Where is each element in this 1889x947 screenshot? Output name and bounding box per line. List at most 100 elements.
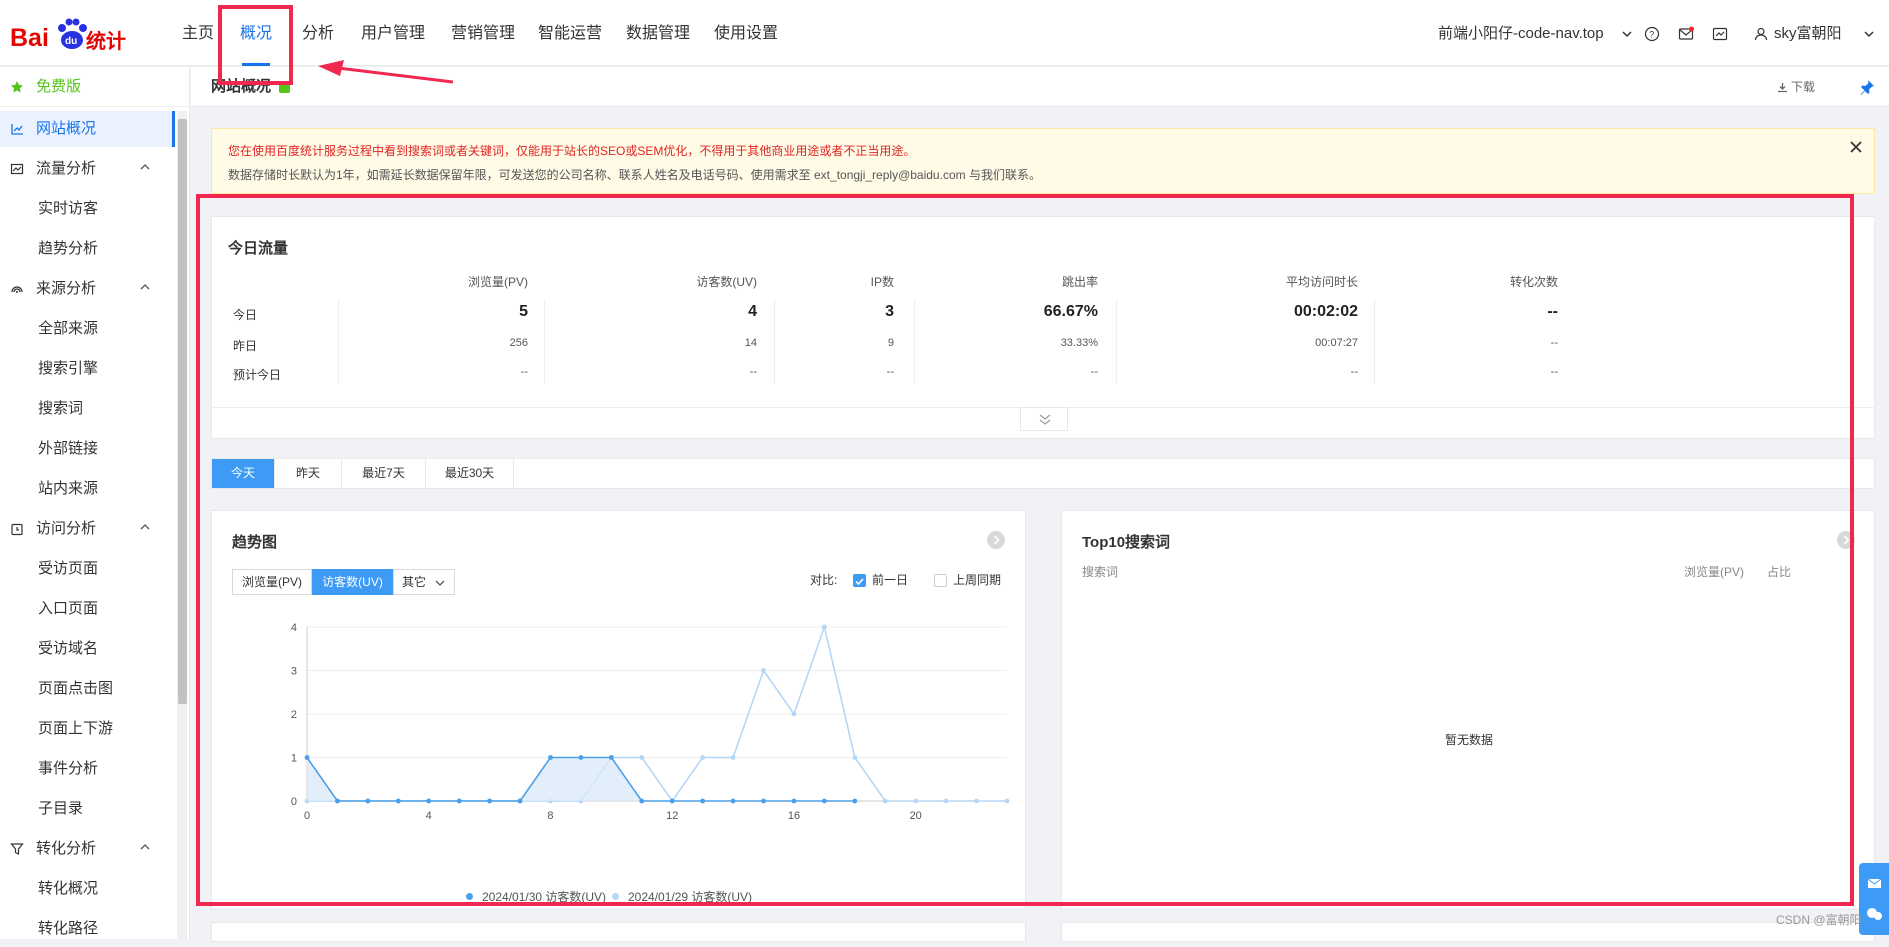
sidebar-item[interactable]: 转化概况 bbox=[0, 871, 175, 907]
traffic-cell: 33.33% bbox=[1060, 337, 1098, 349]
top10-keywords-card: Top10搜索词 搜索词 浏览量(PV) 占比 暂无数据 bbox=[1061, 510, 1875, 910]
sidebar-item[interactable]: 转化路径 bbox=[0, 911, 175, 947]
expand-button[interactable] bbox=[1020, 407, 1068, 431]
sidebar-scrollbar-thumb[interactable] bbox=[178, 119, 187, 704]
sidebar-item[interactable]: 网站概况 bbox=[0, 111, 175, 147]
nav-item[interactable]: 智能运营 bbox=[538, 0, 602, 66]
metric-tab-label: 其它 bbox=[401, 575, 426, 589]
site-selector[interactable]: 前端小阳仔-code-nav.top bbox=[1438, 0, 1634, 66]
sidebar-item[interactable]: 页面点击图 bbox=[0, 671, 175, 707]
data-point bbox=[639, 755, 645, 760]
compare-checkbox[interactable] bbox=[934, 574, 947, 587]
data-point bbox=[426, 798, 432, 804]
sidebar-item[interactable]: 搜索词 bbox=[0, 391, 175, 427]
metric-tab[interactable]: 访客数(UV) bbox=[312, 569, 393, 595]
traffic-cell: 9 bbox=[887, 337, 894, 349]
data-point bbox=[395, 798, 401, 804]
sidebar-item[interactable]: 站内来源 bbox=[0, 471, 175, 507]
sidebar-item[interactable]: 访问分析 bbox=[0, 511, 175, 547]
sidebar-item-label: 转化分析 bbox=[36, 840, 97, 857]
traffic-cell: 66.67% bbox=[1043, 303, 1098, 320]
date-tab[interactable]: 今天 bbox=[212, 459, 275, 488]
download-label: 下载 bbox=[1790, 80, 1815, 94]
notice-banner: 您在使用百度统计服务过程中看到搜索词或者关键词，仅能用于站长的SEO或SEM优化… bbox=[211, 128, 1875, 194]
compare-label: 对比: bbox=[810, 573, 838, 587]
legend-marker bbox=[612, 893, 619, 900]
column-divider bbox=[1116, 299, 1117, 384]
data-point bbox=[517, 798, 523, 804]
data-point bbox=[700, 798, 706, 804]
metric-tab[interactable]: 其它 bbox=[393, 569, 455, 595]
sidebar-item[interactable]: 子目录 bbox=[0, 791, 175, 827]
traffic-cell: -- bbox=[749, 366, 757, 378]
sidebar-item[interactable]: 流量分析 bbox=[0, 151, 175, 187]
sidebar-item[interactable]: 入口页面 bbox=[0, 591, 175, 627]
data-point bbox=[913, 798, 919, 804]
floating-contact-bar[interactable] bbox=[1859, 863, 1889, 935]
sidebar-item-label: 受访域名 bbox=[38, 640, 99, 657]
close-icon[interactable] bbox=[1848, 139, 1864, 155]
sidebar-item[interactable]: 转化分析 bbox=[0, 831, 175, 867]
help-icon[interactable]: ? bbox=[1644, 26, 1660, 42]
sidebar-item-label: 转化概况 bbox=[38, 880, 99, 897]
nav-item[interactable]: 主页 bbox=[182, 0, 214, 66]
baidu-tongji-logo[interactable]: Bai du 统计 bbox=[10, 14, 128, 52]
data-point bbox=[578, 755, 584, 760]
sidebar-item[interactable]: 页面上下游 bbox=[0, 711, 175, 747]
traffic-row-label: 今日 bbox=[233, 308, 258, 322]
sidebar-item[interactable]: 外部链接 bbox=[0, 431, 175, 467]
compare-checkbox[interactable] bbox=[853, 574, 866, 587]
metric-tab[interactable]: 浏览量(PV) bbox=[232, 569, 312, 595]
trend-detail-button[interactable] bbox=[987, 531, 1005, 549]
legend-label[interactable]: 2024/01/30 访客数(UV) bbox=[482, 888, 606, 905]
sidebar-item-label: 事件分析 bbox=[38, 760, 99, 777]
sidebar-item[interactable]: 来源分析 bbox=[0, 271, 175, 307]
sidebar-item[interactable]: 事件分析 bbox=[0, 751, 175, 787]
chevron-right-icon bbox=[1843, 535, 1850, 545]
traffic-cell: -- bbox=[520, 366, 528, 378]
nav-item[interactable]: 营销管理 bbox=[451, 0, 515, 66]
sidebar-item[interactable]: 搜索引擎 bbox=[0, 351, 175, 387]
date-tab[interactable]: 最近7天 bbox=[342, 459, 426, 488]
svg-text:统计: 统计 bbox=[86, 29, 126, 52]
trend-card: 趋势图 浏览量(PV) 访客数(UV) 其它 对比: 前一日 上周同期 0123404… bbox=[211, 510, 1026, 910]
chevron-down-icon bbox=[1622, 31, 1632, 38]
traffic-cell: -- bbox=[1350, 366, 1358, 378]
date-tab[interactable]: 昨天 bbox=[275, 459, 342, 488]
user-menu[interactable]: sky富朝阳 bbox=[1754, 0, 1876, 66]
legend-label[interactable]: 2024/01/29 访客数(UV) bbox=[628, 888, 752, 905]
data-point bbox=[761, 798, 766, 804]
sidebar-item[interactable]: 全部来源 bbox=[0, 311, 175, 347]
data-point bbox=[639, 798, 645, 804]
chart-line-icon bbox=[11, 124, 23, 135]
data-point bbox=[730, 798, 736, 804]
sidebar-item-label: 页面上下游 bbox=[38, 720, 114, 737]
col-pv: 浏览量(PV) bbox=[1684, 565, 1745, 579]
compare-option-label[interactable]: 前一日 bbox=[872, 567, 908, 593]
pin-icon[interactable] bbox=[1859, 79, 1875, 95]
traffic-cell: 00:02:02 bbox=[1293, 303, 1358, 320]
compare-option-label[interactable]: 上周同期 bbox=[953, 567, 1001, 593]
sidebar-item[interactable]: 受访域名 bbox=[0, 631, 175, 667]
data-point bbox=[700, 755, 706, 760]
monitor-icon[interactable] bbox=[1712, 26, 1728, 42]
top10-detail-button[interactable] bbox=[1837, 531, 1855, 549]
data-point bbox=[548, 755, 553, 760]
top-navbar: Bai du 统计 主页 概况 分析 用户管理 营销管理 智能运营 数据管理 使用设置 前端小… bbox=[0, 0, 1889, 66]
sidebar-item[interactable]: 趋势分析 bbox=[0, 231, 175, 267]
message-icon[interactable] bbox=[1678, 26, 1694, 42]
column-divider bbox=[1374, 299, 1375, 384]
traffic-cell: 14 bbox=[744, 337, 757, 349]
nav-item[interactable]: 数据管理 bbox=[626, 0, 690, 66]
sidebar-item-label: 搜索词 bbox=[38, 400, 84, 417]
nav-item[interactable]: 使用设置 bbox=[714, 0, 778, 66]
traffic-col-header: 访客数(UV) bbox=[696, 275, 757, 289]
download-button[interactable]: 下载 bbox=[1777, 67, 1815, 107]
sidebar-item[interactable]: 受访页面 bbox=[0, 551, 175, 587]
nav-item[interactable]: 概况 bbox=[240, 0, 272, 66]
column-divider bbox=[338, 299, 339, 384]
sidebar-item[interactable]: 实时访客 bbox=[0, 191, 175, 227]
today-traffic-title: 今日流量 bbox=[228, 240, 289, 257]
traffic-cell: -- bbox=[1550, 337, 1558, 349]
date-tab[interactable]: 最近30天 bbox=[426, 459, 514, 488]
